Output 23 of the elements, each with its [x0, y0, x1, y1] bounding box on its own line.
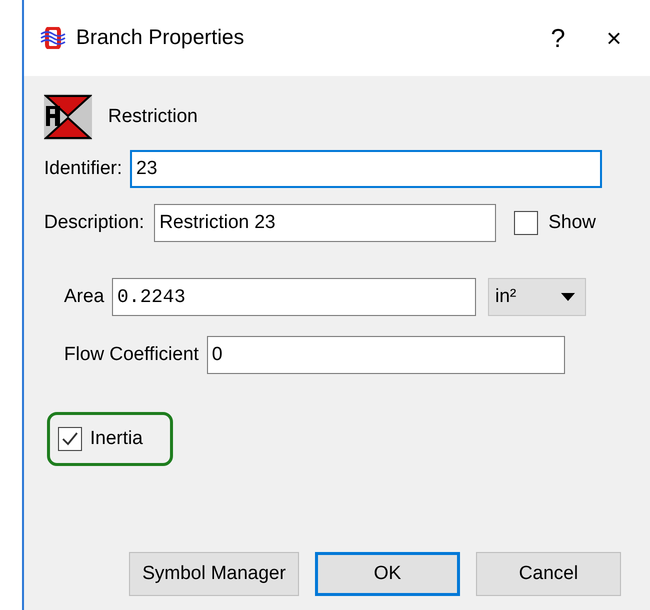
dialog-button[interactable]: OK: [315, 552, 460, 596]
area-label: Area: [64, 284, 104, 309]
restriction-icon: [44, 94, 92, 140]
description-field[interactable]: Restriction 23: [154, 204, 496, 242]
show-checkbox[interactable]: [514, 211, 538, 235]
window-title: Branch Properties: [76, 25, 246, 52]
description-label: Description:: [44, 210, 144, 235]
unit-dropdown[interactable]: in²: [488, 278, 586, 316]
component-type-label: Restriction: [108, 104, 198, 129]
flow-coefficient-label: Flow Coefficient: [64, 342, 199, 367]
show-label: Show: [548, 210, 596, 235]
help-button[interactable]: ?: [538, 25, 578, 51]
app-icon: [40, 27, 66, 49]
area-field[interactable]: 0.2243: [112, 278, 476, 316]
identifier-field[interactable]: 23: [130, 150, 602, 188]
close-button[interactable]: ×: [594, 25, 634, 51]
flow-coefficient-field[interactable]: 0: [206, 336, 565, 374]
identifier-label: Identifier:: [44, 156, 122, 181]
dialog-button[interactable]: Symbol Manager: [129, 552, 299, 596]
inertia-label: Inertia: [90, 426, 143, 451]
dialog-button[interactable]: Cancel: [476, 552, 621, 596]
caret-icon: [561, 293, 576, 301]
inertia-checkbox[interactable]: [58, 427, 82, 451]
